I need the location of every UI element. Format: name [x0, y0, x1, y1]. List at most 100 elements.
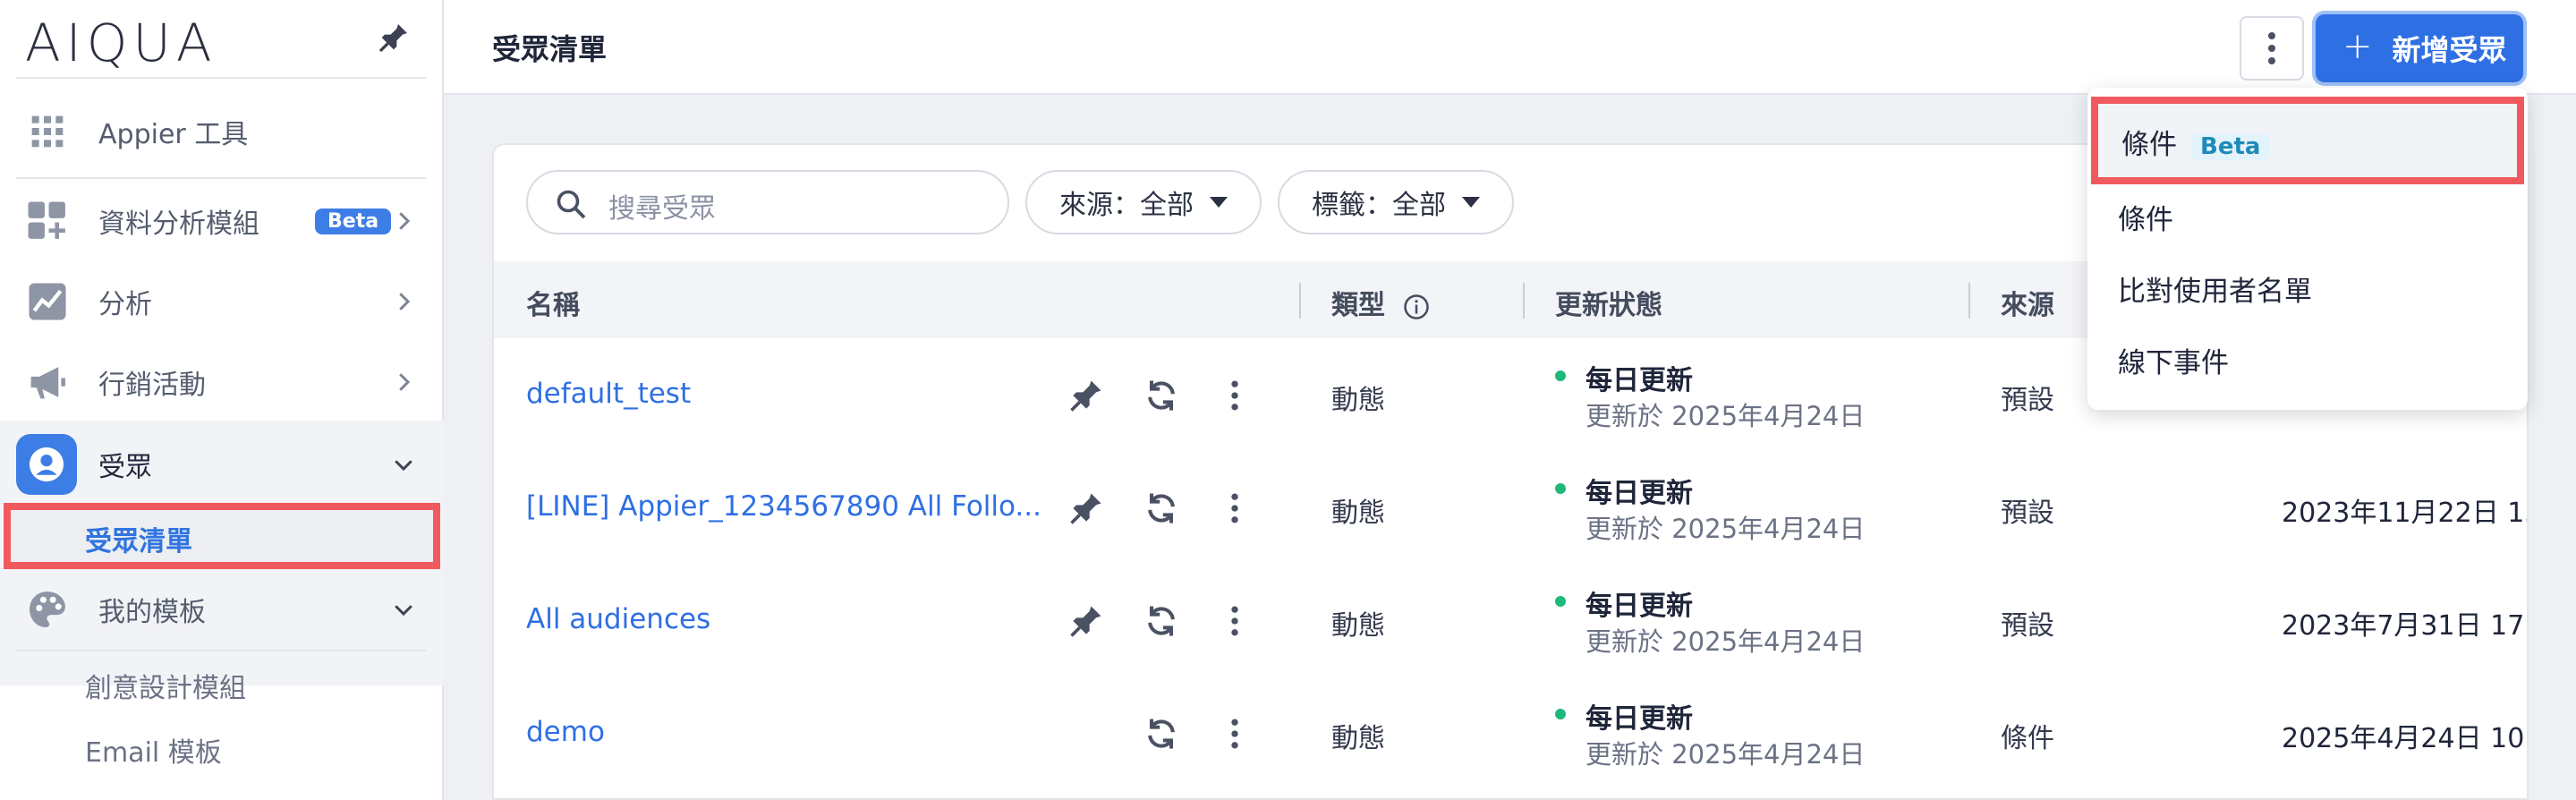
info-icon[interactable] [1403, 294, 1430, 320]
divider [16, 177, 426, 179]
sidebar-subitem-audience-list[interactable]: 受眾清單 [4, 503, 440, 569]
audience-icon [16, 434, 77, 495]
audience-type: 動態 [1331, 498, 1385, 529]
audience-type: 動態 [1331, 385, 1385, 416]
audience-type: 動態 [1331, 610, 1385, 642]
column-divider [1523, 283, 1525, 319]
caret-down-icon [1462, 197, 1480, 208]
pin-icon[interactable] [1067, 489, 1106, 528]
megaphone-icon [25, 360, 70, 404]
menu-item-offline-event[interactable]: 線下事件 [2118, 340, 2229, 380]
update-frequency: 每日更新 [1586, 365, 1693, 396]
search-input[interactable]: 搜尋受眾 [526, 170, 1009, 234]
audience-source: 預設 [2001, 385, 2054, 416]
sidebar-item-label: 我的模板 [98, 597, 206, 628]
kebab-menu-icon [2268, 32, 2275, 64]
last-updated: 更新於 2025年4月24日 [1586, 739, 1866, 770]
sidebar-item-my-templates[interactable]: 我的模板 [0, 571, 444, 648]
pin-sidebar-icon[interactable] [376, 20, 412, 55]
audience-type: 動態 [1331, 723, 1385, 754]
source-filter-label: 來源：全部 [1059, 190, 1194, 221]
divider [16, 650, 426, 651]
menu-item-match-user-list[interactable]: 比對使用者名單 [2118, 268, 2312, 309]
pin-icon[interactable] [1067, 601, 1106, 641]
audience-name-link[interactable]: default_test [526, 378, 691, 410]
last-updated: 更新於 2025年4月24日 [1586, 514, 1866, 544]
chevron-down-icon [395, 605, 412, 617]
row-more-icon[interactable] [1215, 489, 1254, 528]
column-divider [1299, 283, 1301, 319]
sidebar-item-campaigns[interactable]: 行銷活動 [0, 344, 444, 421]
update-frequency: 每日更新 [1586, 478, 1693, 509]
sidebar-item-label: 資料分析模組 [98, 209, 259, 240]
table-row: demo 動態 每日更新 更新於 2025年4月24日 條件 2025年4月24… [494, 678, 2529, 791]
created-date: 2025年4月24日 10: [2282, 723, 2529, 754]
audience-name-link[interactable]: demo [526, 716, 605, 748]
audience-name-link[interactable]: All audiences [526, 603, 710, 635]
created-date: 2023年7月31日 17: [2282, 610, 2529, 642]
refresh-icon[interactable] [1142, 601, 1181, 641]
column-divider [1968, 283, 1970, 319]
status-dot [1555, 370, 1566, 381]
chevron-right-icon [399, 293, 411, 311]
tag-filter-label: 標籤：全部 [1312, 190, 1446, 221]
menu-item-condition[interactable]: 條件 [2118, 197, 2173, 237]
last-updated: 更新於 2025年4月24日 [1586, 626, 1866, 657]
column-header-source[interactable]: 來源 [2001, 283, 2054, 322]
add-audience-menu: 條件 Beta 條件 比對使用者名單 線下事件 [2087, 88, 2528, 410]
add-audience-button[interactable]: + 新增受眾 [2316, 14, 2523, 82]
refresh-icon[interactable] [1142, 489, 1181, 528]
sidebar-item-analytics[interactable]: 分析 [0, 263, 444, 340]
pin-icon[interactable] [1067, 376, 1106, 415]
column-header-type-label: 類型 [1331, 290, 1385, 321]
menu-item-label: 條件 Beta [2121, 122, 2270, 162]
chevron-down-icon [395, 460, 412, 472]
dashboard-add-icon [25, 199, 70, 243]
logo-row: AIQUA [16, 0, 426, 79]
table-row: All audiences 動態 每日更新 更新於 2025年4月24日 預設 … [494, 566, 2529, 678]
audience-name-link[interactable]: [LINE] Appier_1234567890 All Follo... [526, 490, 1041, 523]
row-more-icon[interactable] [1215, 714, 1254, 753]
page-title: 受眾清單 [492, 32, 608, 66]
source-filter-dropdown[interactable]: 來源：全部 [1025, 170, 1262, 234]
caret-down-icon [1210, 197, 1228, 208]
beta-badge: Beta [315, 208, 392, 234]
sidebar-subitem-creative-design[interactable]: 創意設計模組 [85, 666, 246, 705]
refresh-icon[interactable] [1142, 376, 1181, 415]
audience-source: 預設 [2001, 498, 2054, 529]
sidebar-item-audience[interactable]: 受眾 [0, 426, 444, 503]
aiqua-logo[interactable]: AIQUA [25, 13, 217, 73]
row-more-icon[interactable] [1215, 376, 1254, 415]
row-more-icon[interactable] [1215, 601, 1254, 641]
sidebar-item-label: 分析 [98, 289, 152, 320]
sidebar-item-label: 行銷活動 [98, 370, 206, 401]
menu-item-condition-beta[interactable]: 條件 Beta [2091, 97, 2524, 184]
sidebar-subitem-email-template[interactable]: Email 模板 [85, 730, 222, 770]
status-dot [1555, 483, 1566, 494]
chevron-right-icon [399, 212, 411, 230]
page-header: 受眾清單 + 新增受眾 [444, 0, 2576, 95]
more-options-button[interactable] [2240, 16, 2304, 81]
column-header-type: 類型 [1331, 283, 1430, 322]
status-dot [1555, 596, 1566, 607]
tag-filter-dropdown[interactable]: 標籤：全部 [1278, 170, 1514, 234]
plus-icon: + [2342, 26, 2373, 67]
created-date: 2023年11月22日 15 [2282, 498, 2529, 529]
column-header-update-status[interactable]: 更新狀態 [1555, 283, 1662, 322]
add-audience-label: 新增受眾 [2392, 33, 2507, 67]
chevron-right-icon [399, 373, 411, 391]
sidebar-item-data-analysis[interactable]: 資料分析模組 Beta [0, 183, 444, 260]
sidebar-item-appier-tools[interactable]: Appier 工具 [0, 93, 444, 170]
update-frequency: 每日更新 [1586, 591, 1693, 622]
search-icon [557, 190, 586, 219]
audience-source: 預設 [2001, 610, 2054, 642]
refresh-icon[interactable] [1142, 714, 1181, 753]
palette-icon [25, 587, 70, 632]
sidebar-subitem-label: 受眾清單 [85, 526, 192, 557]
sidebar: AIQUA Appier 工具 資料分析模組 Beta 分析 行銷活動 受眾 受… [0, 0, 444, 800]
sidebar-item-label: 受眾 [98, 452, 152, 483]
column-header-name[interactable]: 名稱 [526, 283, 580, 322]
last-updated: 更新於 2025年4月24日 [1586, 401, 1866, 431]
update-frequency: 每日更新 [1586, 703, 1693, 735]
sidebar-item-label: Appier 工具 [98, 119, 249, 150]
